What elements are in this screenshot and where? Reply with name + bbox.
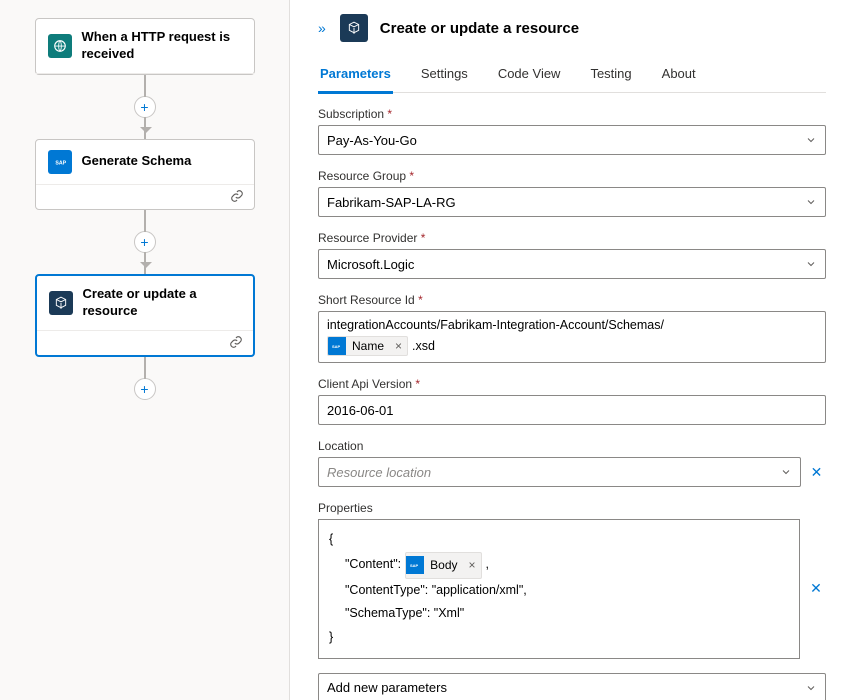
tab-about[interactable]: About xyxy=(660,58,698,92)
field-resource-group: Resource Group * Fabrikam-SAP-LA-RG xyxy=(318,169,826,217)
tab-testing[interactable]: Testing xyxy=(588,58,633,92)
flow-node-http-trigger[interactable]: When a HTTP request is received xyxy=(35,18,255,75)
pane-title: Create or update a resource xyxy=(380,20,579,37)
flow-node-title: When a HTTP request is received xyxy=(82,29,242,63)
field-add-new-parameters: Add new parameters xyxy=(318,673,826,700)
action-details-pane: » Create or update a resource Parameters… xyxy=(290,0,850,700)
subscription-select[interactable]: Pay-As-You-Go xyxy=(318,125,826,155)
client-api-version-text[interactable] xyxy=(327,403,817,418)
chevron-down-icon xyxy=(805,258,817,270)
cube-icon xyxy=(49,291,73,315)
resource-provider-select[interactable]: Microsoft.Logic xyxy=(318,249,826,279)
location-select[interactable]: Resource location xyxy=(318,457,801,487)
tab-code-view[interactable]: Code View xyxy=(496,58,563,92)
collapse-chevrons-icon[interactable]: » xyxy=(318,20,326,36)
cube-icon xyxy=(340,14,368,42)
add-step-button[interactable]: + xyxy=(134,96,156,118)
sap-icon: SAP xyxy=(48,150,72,174)
short-resource-id-input[interactable]: integrationAccounts/Fabrikam-Integration… xyxy=(318,311,826,363)
svg-text:SAP: SAP xyxy=(332,344,341,349)
connector xyxy=(144,210,146,232)
resource-group-select[interactable]: Fabrikam-SAP-LA-RG xyxy=(318,187,826,217)
tab-settings[interactable]: Settings xyxy=(419,58,470,92)
flow-node-title: Generate Schema xyxy=(82,153,192,170)
connector xyxy=(144,117,146,139)
connection-icon xyxy=(230,189,244,208)
sap-icon: SAP xyxy=(328,337,346,355)
add-step-button[interactable]: + xyxy=(134,378,156,400)
add-new-parameters-select[interactable]: Add new parameters xyxy=(318,673,826,700)
label-short-resource-id: Short Resource Id * xyxy=(318,293,826,307)
label-subscription: Subscription * xyxy=(318,107,826,121)
sap-icon: SAP xyxy=(406,556,424,574)
workflow-canvas: When a HTTP request is received + SAP Ge… xyxy=(0,0,290,700)
token-name[interactable]: SAP Name × xyxy=(327,336,408,356)
label-client-api-version: Client Api Version * xyxy=(318,377,826,391)
flow-node-create-resource[interactable]: Create or update a resource xyxy=(35,274,255,357)
flow-node-generate-schema[interactable]: SAP Generate Schema xyxy=(35,139,255,210)
clear-properties-button[interactable]: ✕ xyxy=(806,579,826,599)
chevron-down-icon xyxy=(805,196,817,208)
label-resource-group: Resource Group * xyxy=(318,169,826,183)
svg-text:SAP: SAP xyxy=(410,563,419,568)
clear-location-button[interactable]: ✕ xyxy=(807,462,826,482)
label-properties: Properties xyxy=(318,501,826,515)
pane-header: » Create or update a resource xyxy=(318,10,826,54)
field-subscription: Subscription * Pay-As-You-Go xyxy=(318,107,826,155)
connection-icon xyxy=(229,335,243,354)
chevron-down-icon xyxy=(780,466,792,478)
field-resource-provider: Resource Provider * Microsoft.Logic xyxy=(318,231,826,279)
field-location: Location Resource location ✕ xyxy=(318,439,826,487)
properties-editor[interactable]: { "Content": SAP Body × , "ContentType":… xyxy=(318,519,800,659)
http-icon xyxy=(48,34,72,58)
connector xyxy=(144,75,146,97)
remove-token-icon[interactable]: × xyxy=(390,339,407,353)
connector xyxy=(144,252,146,274)
field-properties: Properties { "Content": SAP Body × , "Co… xyxy=(318,501,826,659)
label-resource-provider: Resource Provider * xyxy=(318,231,826,245)
tab-bar: Parameters Settings Code View Testing Ab… xyxy=(318,58,826,93)
field-short-resource-id: Short Resource Id * integrationAccounts/… xyxy=(318,293,826,363)
chevron-down-icon xyxy=(805,134,817,146)
token-body[interactable]: SAP Body × xyxy=(405,552,481,579)
label-location: Location xyxy=(318,439,826,453)
chevron-down-icon xyxy=(805,682,817,694)
client-api-version-input[interactable] xyxy=(318,395,826,425)
tab-parameters[interactable]: Parameters xyxy=(318,58,393,94)
add-step-button[interactable]: + xyxy=(134,231,156,253)
flow-node-title: Create or update a resource xyxy=(83,286,241,320)
field-client-api-version: Client Api Version * xyxy=(318,377,826,425)
svg-text:SAP: SAP xyxy=(55,160,66,166)
connector xyxy=(144,357,146,379)
remove-token-icon[interactable]: × xyxy=(464,554,481,577)
